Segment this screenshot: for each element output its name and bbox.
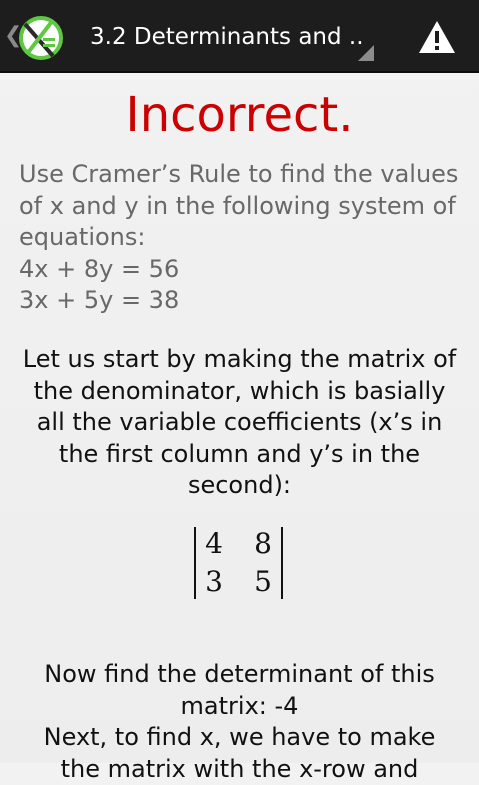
explanation-line: Let us start by making the matrix of xyxy=(0,344,479,376)
matrix-cell: 3 xyxy=(199,565,229,599)
determinant-matrix: 4 8 3 5 xyxy=(194,527,286,601)
result-heading: Incorrect. xyxy=(0,89,479,141)
explanation-line: matrix: -4 xyxy=(0,691,479,723)
explanation-line: Next, to find x, we have to make xyxy=(0,722,479,754)
problem-line: of x and y in the following system of xyxy=(19,191,469,223)
matrix-cell: 5 xyxy=(248,565,278,599)
explanation-line: all the variable coefficients (x’s in xyxy=(0,407,479,439)
matrix-right-bar xyxy=(281,527,283,599)
explanation-line: the first column and y’s in the xyxy=(0,439,479,471)
equation-line: 3x + 5y = 38 xyxy=(19,285,469,317)
determinant-explanation-text: Now find the determinant of this matrix:… xyxy=(0,659,479,785)
problem-line: equations: xyxy=(19,222,469,254)
matrix-left-bar xyxy=(194,527,196,599)
app-logo-icon[interactable] xyxy=(17,14,65,62)
explanation-line: Now find the determinant of this xyxy=(0,659,479,691)
problem-line: Use Cramer’s Rule to find the values xyxy=(19,159,469,191)
action-bar: ❮ 3.2 Determinants and .. xyxy=(0,0,479,73)
screen-title-spinner[interactable]: 3.2 Determinants and .. xyxy=(90,22,364,52)
explanation-text: Let us start by making the matrix of the… xyxy=(0,344,479,502)
equation-line: 4x + 8y = 56 xyxy=(19,254,469,286)
explanation-line: second): xyxy=(0,470,479,502)
explanation-line: the denominator, which is basially xyxy=(0,376,479,408)
warning-icon[interactable] xyxy=(418,20,456,54)
problem-text: Use Cramer’s Rule to find the values of … xyxy=(19,159,469,317)
explanation-line: the matrix with the x-row and xyxy=(0,754,479,785)
matrix-cell: 4 xyxy=(199,527,229,561)
spinner-triangle-icon xyxy=(358,45,374,61)
matrix-cell: 8 xyxy=(248,527,278,561)
